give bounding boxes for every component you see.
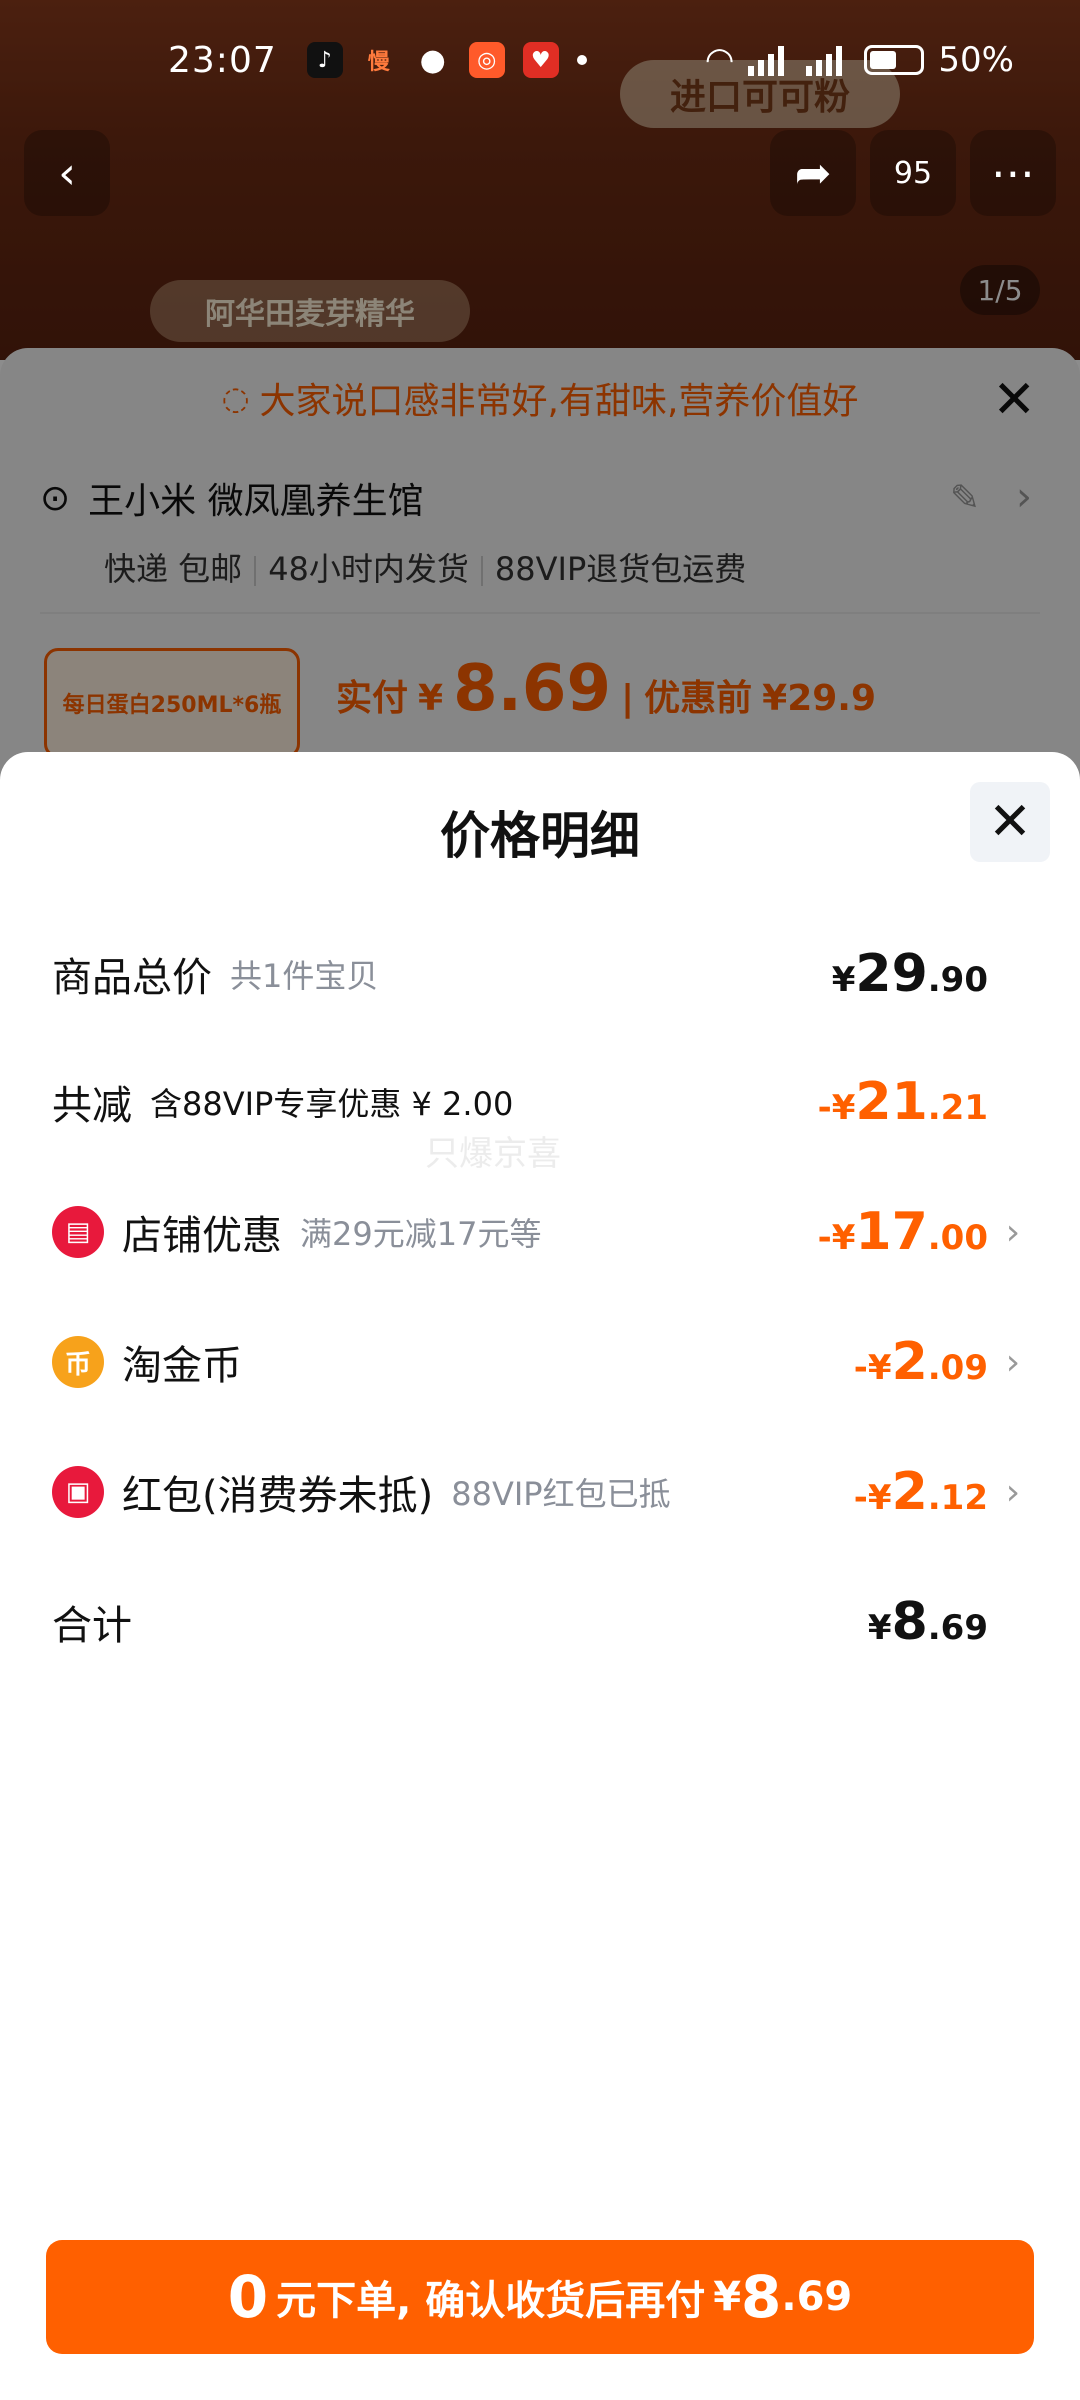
cart-icon: 95 [893,155,933,191]
amount-int: 2 [891,1332,928,1392]
coin-icon: 币 [52,1336,104,1388]
row-label: 淘金币 [122,1343,242,1389]
row-amount: ¥29.90 [832,944,988,1004]
battery-percent: 50% [938,40,1014,80]
row-label: 店铺优惠 [122,1213,282,1259]
amount-dec: .09 [927,1348,988,1388]
close-button[interactable]: ✕ [970,782,1050,862]
amount-currency: -¥ [817,1218,856,1258]
amount-currency: -¥ [853,1478,892,1518]
signal-5g-icon-2 [806,44,850,76]
row-sub: 88VIP红包已抵 [451,1475,671,1513]
row-amount: -¥ 17.00 [818,1202,988,1262]
amount-dec: .90 [927,960,988,1000]
watermark-text: 只爆京喜 [425,1134,561,1174]
price-row-red-packet[interactable]: ▣ 红包(消费券未抵) 88VIP红包已抵 -¥ 2.12 › [0,1442,1080,1542]
kuaishou-icon: ◎ [468,42,505,78]
more-notifications-dot [576,55,587,65]
wifi-icon: ◠ [704,40,735,80]
price-row-total: 合计 ¥8.69 › [0,1572,1080,1672]
slow-app-icon: 慢 [367,50,390,75]
row-sub: 含88VIP专享优惠 ¥ 2.00 [150,1085,514,1123]
share-button[interactable]: ➦ [770,130,856,216]
row-amount: ¥8.69 [868,1592,988,1652]
cart-button[interactable]: 95 [870,130,956,216]
chevron-right-icon: › [1005,1211,1021,1253]
price-row-total-goods: 商品总价 共1件宝贝 ¥29.90 › [0,924,1080,1024]
row-label: 商品总价 [52,955,212,1001]
amount-int: 21 [855,1072,928,1132]
price-row-taojinbi[interactable]: 币 淘金币 -¥ 2.09 › [0,1312,1080,1412]
close-icon: ✕ [988,792,1032,852]
price-row-store-discount[interactable]: ▤ 店铺优惠 满29元减17元等 -¥ 17.00 › [0,1182,1080,1282]
tiktok-icon: ♪ [306,42,343,78]
cta-amount-int: 8 [741,2263,782,2331]
chevron-right-icon: › [1005,1471,1021,1513]
row-sub: 满29元减17元等 [300,1215,542,1253]
status-time: 23:07 [168,39,277,81]
row-amount: -¥ 2.09 [854,1332,988,1392]
amount-dec: .00 [927,1218,988,1258]
more-icon: ⋯ [991,147,1035,199]
battery-icon [864,45,925,75]
cta-text: 元下单, 确认收货后再付 [276,2278,706,2324]
amount-currency: -¥ [853,1348,892,1388]
row-label: 共减 [52,1083,132,1129]
sheet-title: 价格明细 [440,807,640,865]
row-amount: -¥ 2.12 [854,1462,988,1522]
amount-int: 2 [891,1462,928,1522]
row-label: 红包(消费券未抵) [122,1473,434,1519]
cta-first-amount: 0 [227,2263,269,2331]
chevron-left-icon: ‹ [58,147,76,199]
share-icon: ➦ [794,147,832,199]
cta-amount-dec: .69 [781,2274,853,2320]
row-label: 合计 [52,1603,132,1649]
amount-dec: .12 [927,1478,988,1518]
status-bar: 23:07 ♪ 慢 ● ◎ ♥ ◠ 50% [0,0,1080,120]
cta-currency: ¥ [713,2274,742,2320]
row-sub: 共1件宝贝 [230,957,379,995]
wechat-icon: ● [419,42,446,78]
price-detail-sheet: 价格明细 ✕ 商品总价 共1件宝贝 ¥29.90 › 共减 含88VIP专享优惠… [0,752,1080,2400]
signal-5g-icon [748,44,792,76]
status-app-icons: ♪ 慢 ● ◎ ♥ [306,42,587,78]
row-amount: -¥ 21.21 [818,1072,988,1132]
amount-dec: .21 [927,1088,988,1128]
amount-currency: ¥ [831,960,856,1000]
amount-int: 17 [855,1202,928,1262]
store-icon: ▤ [52,1206,104,1258]
back-button[interactable]: ‹ [24,130,110,216]
more-button[interactable]: ⋯ [970,130,1056,216]
status-right: ◠ 50% [705,40,1014,80]
amount-int: 29 [855,944,928,1004]
chevron-right-icon: › [1005,1341,1021,1383]
amount-dec: .69 [927,1608,988,1648]
amount-int: 8 [891,1592,928,1652]
red-packet-icon: ▣ [52,1466,104,1518]
pinduoduo-icon: ♥ [522,42,559,78]
amount-currency: -¥ [817,1088,856,1128]
place-order-button[interactable]: 0 元下单, 确认收货后再付 ¥ 8 .69 [46,2240,1034,2354]
amount-currency: ¥ [867,1608,892,1648]
